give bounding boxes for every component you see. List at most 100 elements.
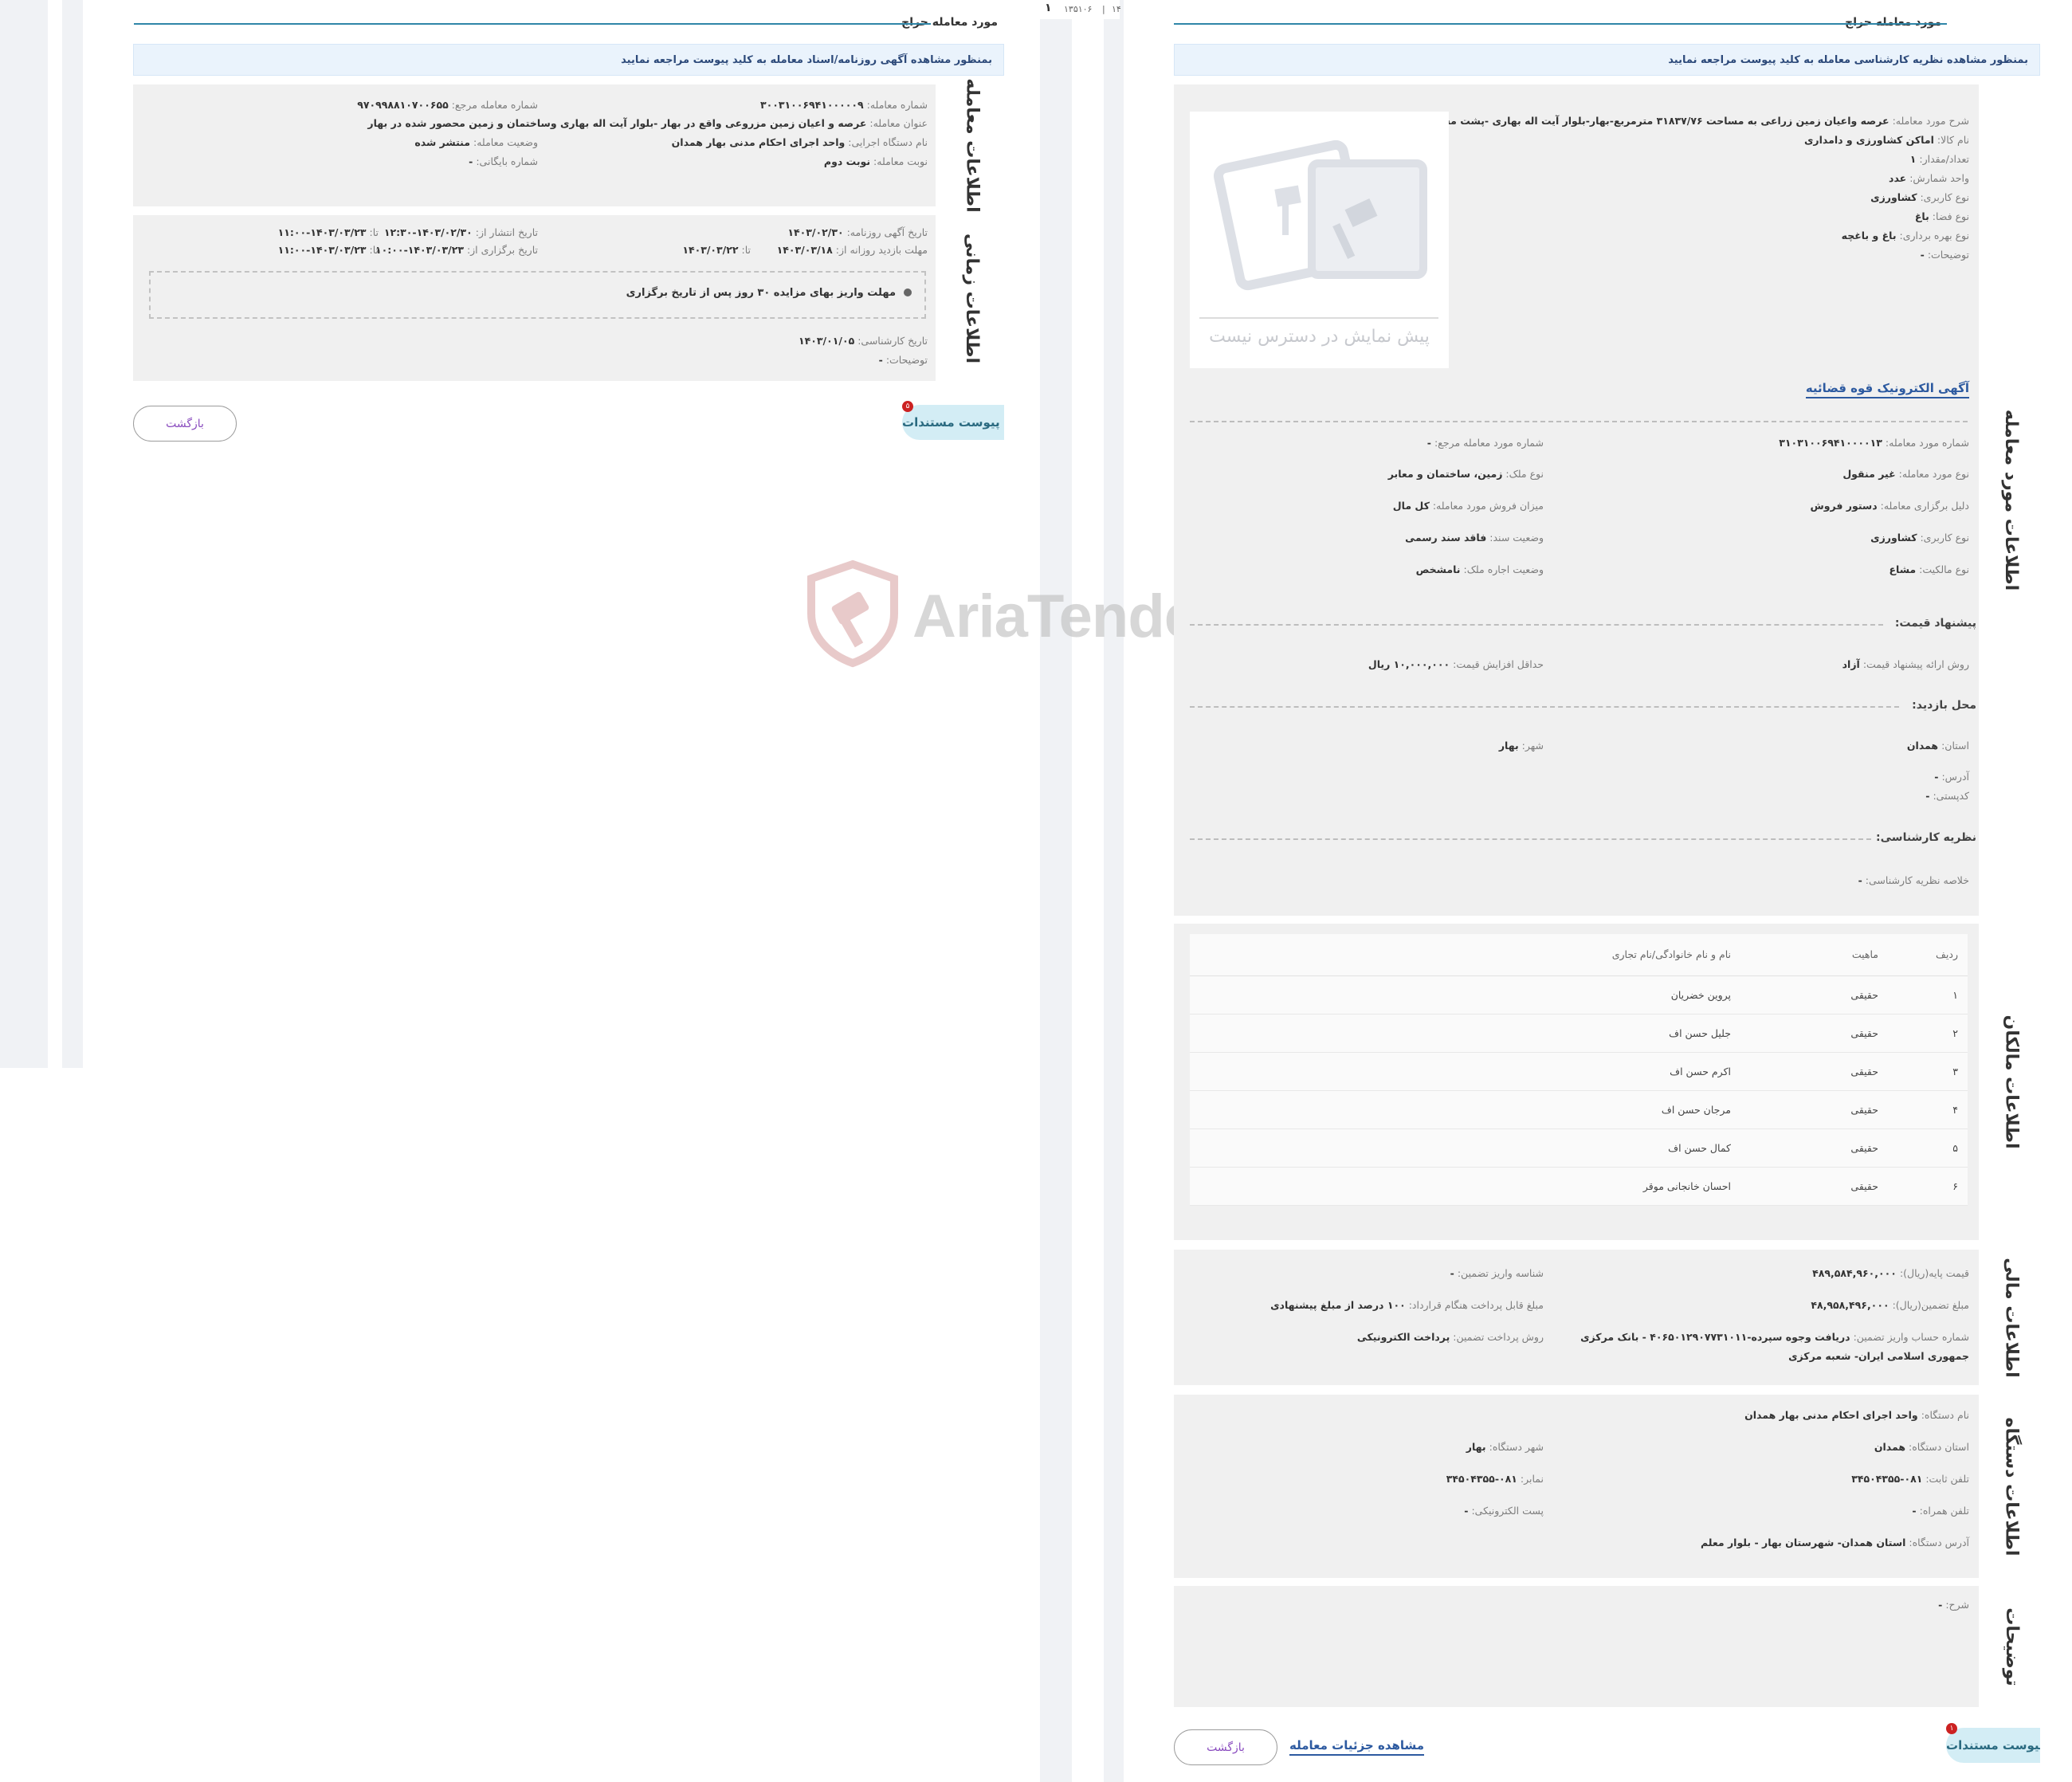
property-type: نوع ملک: زمین، ساختمان و معابر: [1387, 468, 1544, 480]
deal-executor: نام دستگاه اجرایی: واحد اجرای احکام مدنی…: [671, 136, 928, 148]
watermark-logo-icon: [807, 559, 898, 668]
deal-details-link[interactable]: مشاهده جزئیات معامله: [1289, 1738, 1425, 1756]
agency-name: نام دستگاه: واحد اجرای احکام مدنی بهار ه…: [1744, 1409, 1969, 1421]
item-divider-1: [1190, 421, 1968, 422]
middle-sep: |: [1102, 4, 1105, 14]
tab-finance: اطلاعات مالی: [1983, 1250, 2040, 1385]
left-attach-button[interactable]: پیوست مستندات: [902, 405, 1004, 440]
item-usage: نوع کاربری: کشاورزی: [1870, 191, 1969, 203]
cell-row: ۳: [1888, 1052, 1968, 1091]
cell-name: مرجان حسن اف: [1190, 1090, 1740, 1129]
right-attach-button[interactable]: پیوست مستندات: [1946, 1728, 2040, 1763]
hold-from: تاریخ برگزاری از: ۱۴۰۳/۰۳/۲۳-۱۰:۰۰: [375, 244, 538, 256]
agency-email: پست الکترونیکی: -: [1464, 1505, 1544, 1517]
cell-name: پروین خضریان: [1190, 975, 1740, 1015]
cell-row: ۶: [1888, 1167, 1968, 1206]
deal-archive: شماره بایگانی: -: [469, 155, 538, 167]
visit-postal: کدپستی: -: [1925, 790, 1969, 802]
cell-name: احسان خانجانی موقر: [1190, 1167, 1740, 1206]
preview-divider: [1199, 317, 1438, 319]
agency-province: استان دستگاه: همدان: [1874, 1441, 1969, 1453]
agency-phone: تلفن ثابت: ۰۸۱-۳۴۵۰۴۳۵۵: [1851, 1473, 1969, 1485]
agency-address: آدرس دستگاه: استان همدان- شهرستان بهار -…: [1700, 1537, 1969, 1548]
deal-status: وضعیت معامله: منتشر شده: [414, 136, 538, 148]
visit-address: آدرس: -: [1934, 771, 1969, 783]
item-unit: واحد شمارش: عدد: [1889, 172, 1969, 184]
ownership-type: نوع مالکیت: مشاع: [1889, 563, 1969, 575]
left-edge-strip-2: [62, 0, 83, 1068]
table-header-row: ردیف ماهیت نام و نام خانوادگی/نام تجاری: [1190, 934, 1968, 976]
price-heading: پیشنهاد قیمت:: [1894, 617, 1976, 630]
tab-owners: اطلاعات مالکان: [1983, 924, 2040, 1240]
ad-date: تاریخ آگهی روزنامه: ۱۴۰۳/۰۲/۳۰: [787, 226, 928, 238]
table-row: ۲ حقیقی جلیل حسن اف: [1190, 1014, 1968, 1053]
item-usage-2: نوع کاربری: کشاورزی: [1870, 532, 1969, 544]
table-row: ۱ حقیقی پروین خضریان: [1190, 975, 1968, 1015]
cell-type: حقیقی: [1740, 1167, 1888, 1206]
tab-agency: اطلاعات دستگاه: [1983, 1395, 2040, 1578]
eaghi-link[interactable]: آگهی الکترونیک قوه قضائیه: [1805, 381, 1969, 398]
cell-row: ۲: [1888, 1014, 1968, 1053]
table-row: ۶ حقیقی احسان خانجانی موقر: [1190, 1167, 1968, 1206]
left-back-button[interactable]: بازگشت: [133, 406, 237, 442]
item-desc: شرح مورد معامله: عرصه واعیان زمین زراعی …: [1403, 115, 1969, 127]
item-type: نوع مورد معامله: غیر منقول: [1842, 468, 1969, 480]
deposit-account: شماره حساب واریز تضمین: دریافت وجوه سپرد…: [1580, 1331, 1969, 1343]
col-row: ردیف: [1888, 934, 1968, 976]
expert-divider: [1190, 838, 1871, 840]
left-notice: بمنظور مشاهده آگهی روزنامه/اسناد معامله …: [133, 44, 1004, 76]
visit-province: استان: همدان: [1906, 740, 1969, 752]
payable-amount: مبلغ قابل پرداخت هنگام قرارداد: ۱۰۰ درصد…: [1270, 1299, 1544, 1311]
item-exploit: نوع بهره برداری: باغ و باغچه: [1841, 230, 1969, 241]
guarantee-amount: مبلغ تضمین(ریال): ۴۸,۹۵۸,۴۹۶,۰۰۰: [1811, 1299, 1969, 1311]
preview-text: پیش نمایش در دسترس نیست: [1209, 327, 1430, 347]
deal-turn: نوبت معامله: نوبت دوم: [823, 155, 928, 167]
left-edge-strip: [0, 0, 48, 1068]
tab-deal-info: اطلاعات معامله: [940, 78, 1004, 213]
sale-amount: میزان فروش مورد معامله: کل مال: [1392, 500, 1544, 512]
middle-strip-2: [1104, 0, 1124, 1782]
item-qty: تعداد/مقدار: ۱: [1909, 153, 1969, 165]
cell-name: جلیل حسن اف: [1190, 1014, 1740, 1053]
item-number: شماره مورد معامله: ۳۱۰۳۱۰۰۶۹۴۱۰۰۰۰۱۳: [1779, 437, 1969, 449]
pay-method: روش پرداخت تضمین: پرداخت الکترونیکی: [1356, 1331, 1544, 1343]
visit-from: مهلت بازدید روزانه از: ۱۴۰۳/۰۳/۱۸: [776, 244, 928, 256]
deadline-note: مهلت واریز بهای مزایده ۳۰ روز پس از تاری…: [626, 287, 896, 299]
right-header-title: مورد معامله حراج: [1845, 16, 1941, 29]
deal-number: شماره معامله: ۳۰۰۳۱۰۰۶۹۴۱۰۰۰۰۰۹: [759, 99, 928, 111]
bullet-icon: [904, 288, 912, 296]
time-desc: توضیحات: -: [878, 354, 928, 366]
middle-topbar: ۱ ۱۳۵۱۰۶ | ۱۴: [1040, 0, 1121, 19]
table-row: ۳ حقیقی اکرم حسن اف: [1190, 1052, 1968, 1091]
cell-type: حقیقی: [1740, 1014, 1888, 1053]
sale-reason: دلیل برگزاری معامله: دستور فروش: [1810, 500, 1969, 512]
remarks-panel: [1174, 1586, 1979, 1707]
agency-panel: [1174, 1395, 1979, 1578]
agency-mobile: تلفن همراه: -: [1912, 1505, 1969, 1517]
item-space: نوع فضا: باغ: [1914, 210, 1969, 222]
gavel-placeholder-icon: [1214, 139, 1427, 291]
right-back-button[interactable]: بازگشت: [1174, 1729, 1277, 1765]
price-divider: [1190, 624, 1883, 626]
cell-type: حقیقی: [1740, 1128, 1888, 1168]
visit-city: شهر: بهار: [1498, 740, 1544, 752]
deadline-box: مهلت واریز بهای مزایده ۳۰ روز پس از تاری…: [149, 271, 926, 319]
cell-row: ۴: [1888, 1090, 1968, 1129]
middle-text: ۱۳۵۱۰۶: [1064, 4, 1093, 14]
middle-num: ۱۴: [1112, 4, 1121, 14]
cell-type: حقیقی: [1740, 1090, 1888, 1129]
hold-to: تا: ۱۴۰۳/۰۳/۲۳-۱۱:۰۰: [277, 244, 379, 256]
remarks-sharh: شرح: -: [1938, 1599, 1969, 1611]
doc-status: وضعیت سند: فاقد سند رسمی: [1405, 532, 1544, 544]
min-increase: حداقل افزایش قیمت: ۱۰,۰۰۰,۰۰۰ ریال: [1368, 658, 1544, 670]
deal-ref-number: شماره معامله مرجع: ۹۷۰۹۹۸۸۱۰۷۰۰۶۵۵: [357, 99, 538, 111]
right-header-line: [1174, 23, 1947, 25]
tab-remarks: توضیحات: [1983, 1586, 2040, 1707]
table-row: ۴ حقیقی مرجان حسن اف: [1190, 1090, 1968, 1129]
expert-heading: نظریه کارشناسی:: [1876, 831, 1976, 844]
col-type: ماهیت: [1740, 934, 1888, 976]
right-attach-badge: ۱: [1946, 1723, 1957, 1734]
left-header-line: [134, 23, 931, 25]
item-ref-number: شماره مورد معامله مرجع: -: [1426, 437, 1544, 449]
cell-row: ۵: [1888, 1128, 1968, 1168]
